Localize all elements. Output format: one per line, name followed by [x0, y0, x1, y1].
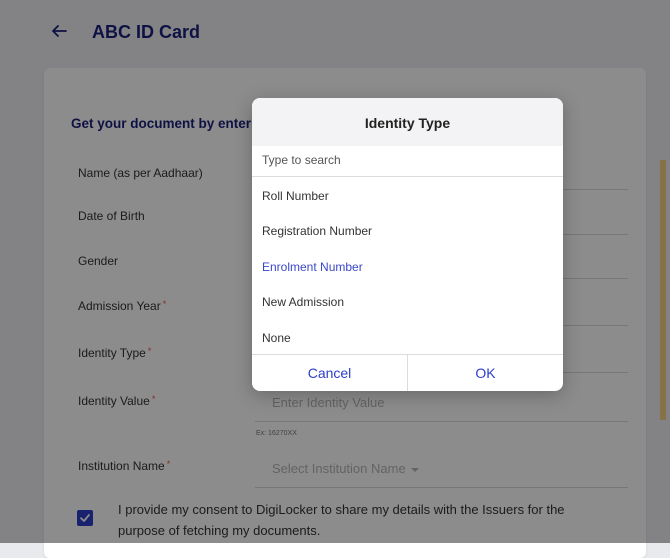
- option-none[interactable]: None: [262, 331, 291, 345]
- cancel-button[interactable]: Cancel: [252, 355, 408, 391]
- modal-footer: Cancel OK: [252, 354, 563, 391]
- option-roll-number[interactable]: Roll Number: [262, 189, 329, 203]
- option-registration-number[interactable]: Registration Number: [262, 224, 372, 238]
- search-input[interactable]: [262, 146, 552, 174]
- identity-type-modal: Identity Type Roll Number Registration N…: [252, 98, 563, 391]
- modal-title: Identity Type: [252, 98, 563, 146]
- ok-button[interactable]: OK: [408, 355, 563, 391]
- option-new-admission[interactable]: New Admission: [262, 295, 344, 309]
- option-enrolment-number[interactable]: Enrolment Number: [262, 260, 363, 274]
- search-box: [252, 146, 563, 177]
